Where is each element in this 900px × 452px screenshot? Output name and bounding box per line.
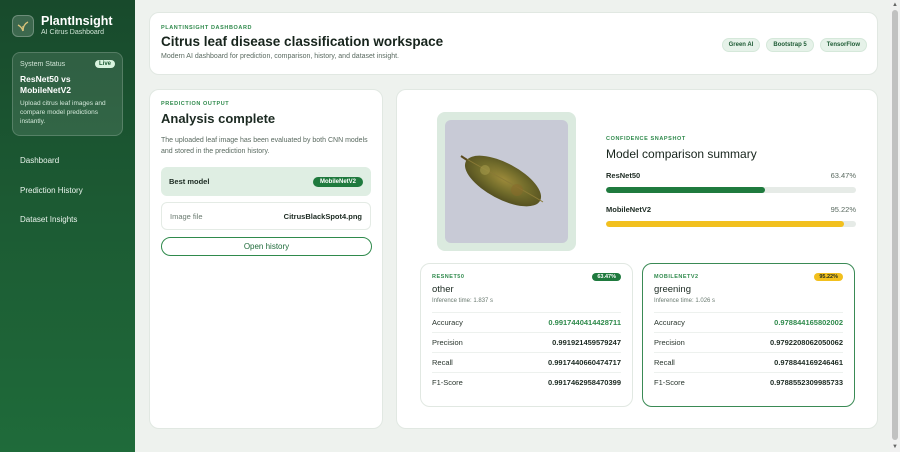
mobilenet-progress-track (606, 221, 856, 227)
resnet-metrics: Accuracy 0.9917440414428711 Precision 0.99… (432, 312, 621, 392)
resnet-result-card: RESNET50 63.47% other Inference time: 1.… (420, 263, 633, 407)
metric-value: 0.9917440660474717 (548, 358, 621, 367)
metric-label: Accuracy (654, 318, 685, 327)
metric-row: Precision 0.9792208062050062 (654, 332, 843, 352)
snapshot-title: Model comparison summary (606, 147, 757, 161)
metric-value: 0.9917440414428711 (548, 318, 621, 327)
sidebar-nav: Dashboard Prediction History Dataset Ins… (0, 150, 135, 239)
mobilenet-metrics: Accuracy 0.978844165802002 Precision 0.979… (654, 312, 843, 392)
scroll-thumb[interactable] (892, 10, 898, 440)
best-model-row: Best model MobileNetV2 (161, 167, 371, 196)
status-title: ResNet50 vs MobileNetV2 (20, 74, 72, 95)
metric-value: 0.9792208062050062 (770, 338, 843, 347)
scroll-down-icon[interactable]: ▼ (890, 442, 900, 452)
resnet-pct: 63.47% (830, 171, 856, 180)
header-eyebrow: PLANTINSIGHT DASHBOARD (161, 25, 253, 31)
mobilenet-progress-fill (606, 221, 845, 227)
prediction-output-card: PREDICTION OUTPUT Analysis complete The … (149, 89, 383, 429)
prediction-title: Analysis complete (161, 111, 276, 126)
mobilenet-pct: 95.22% (830, 205, 856, 214)
sidebar: PlantInsight AI Citrus Dashboard System … (0, 0, 135, 452)
nav-dataset-insights[interactable]: Dataset Insights (0, 209, 135, 239)
metric-row: F1-Score 0.9917462958470399 (432, 372, 621, 392)
prediction-description: The uploaded leaf image has been evaluat… (161, 137, 368, 155)
metric-row: Recall 0.9917440660474717 (432, 352, 621, 372)
metric-value: 0.991921459579247 (552, 338, 621, 347)
metric-row: Accuracy 0.9917440414428711 (432, 312, 621, 332)
page-header: PLANTINSIGHT DASHBOARD Citrus leaf disea… (149, 12, 878, 75)
mobilenet-result-card: MOBILENETV2 95.22% greening Inference ti… (642, 263, 855, 407)
metric-label: Precision (432, 338, 463, 347)
mobilenet-name: MobileNetV2 (606, 205, 652, 214)
leaf-image (445, 120, 568, 243)
image-file-value: CitrusBlackSpot4.png (283, 211, 362, 221)
page-subtitle: Modern AI dashboard for prediction, comp… (161, 53, 400, 60)
chip-bootstrap: Bootstrap 5 (766, 38, 814, 52)
metric-label: F1-Score (654, 378, 685, 387)
metric-label: Accuracy (432, 318, 463, 327)
resnet-prediction: other (432, 284, 454, 295)
chip-tensorflow: TensorFlow (819, 38, 867, 52)
best-model-badge: MobileNetV2 (312, 176, 363, 187)
prediction-eyebrow: PREDICTION OUTPUT (161, 101, 230, 107)
metric-label: Recall (432, 358, 453, 367)
metric-label: Precision (654, 338, 685, 347)
image-file-label: Image file (170, 211, 203, 221)
nav-prediction-history[interactable]: Prediction History (0, 180, 135, 210)
resnet-confidence-badge: 63.47% (592, 273, 621, 281)
image-file-row: Image file CitrusBlackSpot4.png (161, 202, 371, 230)
brand: PlantInsight AI Citrus Dashboard (12, 14, 113, 38)
resnet-name: ResNet50 (606, 171, 641, 180)
brand-subtitle: AI Citrus Dashboard (41, 29, 105, 36)
tech-chips: Green AI Bootstrap 5 TensorFlow (721, 38, 867, 52)
status-label: System Status (20, 60, 66, 68)
chip-green-ai: Green AI (721, 38, 761, 52)
metric-row: Accuracy 0.978844165802002 (654, 312, 843, 332)
resnet-progress-track (606, 187, 856, 193)
comparison-card: CONFIDENCE SNAPSHOT Model comparison sum… (396, 89, 878, 429)
metric-value: 0.9788552309985733 (770, 378, 843, 387)
resnet-card-eyebrow: RESNET50 (432, 274, 465, 280)
metric-value: 0.9917462958470399 (548, 378, 621, 387)
metric-value: 0.978844165802002 (774, 318, 843, 327)
nav-dashboard[interactable]: Dashboard (0, 150, 135, 180)
page-scrollbar[interactable]: ▲ ▼ (890, 0, 900, 452)
brand-title: PlantInsight (41, 14, 113, 28)
leaf-logo-icon (12, 15, 34, 37)
system-status-card: System Status Live ResNet50 vs MobileNet… (12, 52, 123, 136)
leaf-image-frame (437, 112, 576, 251)
metric-value: 0.978844169246461 (774, 358, 843, 367)
status-description: Upload citrus leaf images and compare mo… (20, 100, 106, 125)
live-badge: Live (94, 60, 115, 68)
resnet-confidence-row: ResNet50 63.47% (606, 171, 856, 193)
metric-label: Recall (654, 358, 675, 367)
snapshot-eyebrow: CONFIDENCE SNAPSHOT (606, 136, 686, 142)
metric-row: F1-Score 0.9788552309985733 (654, 372, 843, 392)
mobilenet-confidence-row: MobileNetV2 95.22% (606, 205, 856, 227)
scroll-up-icon[interactable]: ▲ (890, 0, 900, 10)
mobilenet-inference-time: Inference time: 1.026 s (654, 298, 716, 304)
resnet-inference-time: Inference time: 1.837 s (432, 298, 494, 304)
open-history-button[interactable]: Open history (161, 237, 372, 256)
mobilenet-card-eyebrow: MOBILENETV2 (654, 274, 699, 280)
best-model-label: Best model (169, 177, 210, 186)
confidence-snapshot: CONFIDENCE SNAPSHOT Model comparison sum… (606, 136, 856, 227)
resnet-progress-fill (606, 187, 765, 193)
metric-row: Recall 0.978844169246461 (654, 352, 843, 372)
metric-label: F1-Score (432, 378, 463, 387)
mobilenet-prediction: greening (654, 284, 691, 295)
metric-row: Precision 0.991921459579247 (432, 332, 621, 352)
mobilenet-confidence-badge: 95.22% (814, 273, 843, 281)
